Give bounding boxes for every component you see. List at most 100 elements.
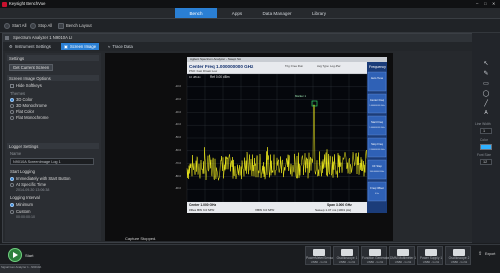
theme-3d-mono-label: 3D Monochrome xyxy=(16,103,47,108)
hide-softkeys-checkbox[interactable] xyxy=(10,84,14,88)
device-id: USB0 - G-N1 xyxy=(450,260,468,264)
get-current-screen-button[interactable]: Get Current Screen xyxy=(9,64,53,71)
stop-all-label: Stop All xyxy=(38,23,53,28)
start-specific-time-radio[interactable] xyxy=(10,183,14,187)
stop-all-button[interactable]: Stop All xyxy=(30,22,52,30)
instrument-icon xyxy=(425,249,437,256)
theme-3d-color-label: 3D Color xyxy=(16,97,33,102)
tab-bench[interactable]: Bench xyxy=(175,8,217,18)
device-thumbnail[interactable]: DMM Multimeter 1 USB0 - G-N1 xyxy=(389,246,416,265)
softkey-label: CF Step xyxy=(372,164,382,168)
start-immediately-radio[interactable] xyxy=(10,177,14,181)
trig-info: Trig: Free Run xyxy=(285,64,303,68)
theme-flat-mono-radio[interactable] xyxy=(10,116,14,120)
collapse-icon[interactable] xyxy=(5,36,9,40)
rectangle-icon[interactable]: ▭ xyxy=(482,79,490,87)
tab-data-manager[interactable]: Data Manager xyxy=(256,8,298,18)
bench-layout-button[interactable]: Bench Layout xyxy=(58,22,92,30)
softkey-value: 1.000000000 GHz xyxy=(369,127,384,129)
capture-status: Capture Stopped. xyxy=(125,236,157,241)
softkey-button[interactable] xyxy=(367,115,387,136)
tab-library[interactable]: Library xyxy=(302,8,336,18)
bench-toolbar: Start All Stop All Bench Layout xyxy=(0,19,500,33)
pen-icon[interactable]: ✎ xyxy=(482,69,490,77)
minimize-button[interactable]: – xyxy=(476,1,478,6)
current-device-label: Signal Gen Analyzer 1 - N9010A xyxy=(1,265,42,269)
instrument-icon xyxy=(369,249,381,256)
device-thumbnail[interactable]: Oscilloscope 2 USB0 - G-N1 xyxy=(445,246,471,265)
play-icon xyxy=(4,22,10,29)
softkey-label: Freq Offset xyxy=(370,186,384,190)
logging-interval-label: Logging Interval xyxy=(10,195,40,200)
start-all-label: Start All xyxy=(12,23,27,28)
main-menu-bar: Bench Apps Data Manager Library xyxy=(0,8,500,19)
annotation-toolbar: ↖ ✎ ▭ ◯ ╱ A Line Width 1 Color Font Size… xyxy=(472,33,500,243)
instrument-header: Spectrum Analyzer 1 N9010A LI ▢ ✕ xyxy=(3,34,497,42)
theme-3d-color-radio[interactable] xyxy=(10,98,14,102)
export-icon[interactable]: ⇪ xyxy=(478,252,482,257)
ellipse-icon[interactable]: ◯ xyxy=(482,89,490,97)
y-tick-label: -70.0 xyxy=(175,161,181,165)
softkey-value: 1.000000000 GHz xyxy=(369,105,384,107)
softkey-button[interactable] xyxy=(367,137,387,158)
interval-custom-radio[interactable] xyxy=(10,210,14,214)
interval-minimum-radio[interactable] xyxy=(10,203,14,207)
tab-screen-image[interactable]: ▣ Screen Image xyxy=(61,43,100,50)
device-thumbnail[interactable]: Oscilloscope 1 USB0 - G-N1 xyxy=(333,246,359,265)
device-thumbnail[interactable]: Power Supply 1 USB0 - G-N1 xyxy=(417,246,443,265)
tab-instrument-settings-label: Instrument Settings xyxy=(14,44,51,49)
tab-instrument-settings[interactable]: ⚙ Instrument Settings xyxy=(6,43,54,50)
logger-settings-header[interactable]: Logger Settings xyxy=(7,143,99,149)
font-size-label: Font Size xyxy=(477,153,491,157)
scale-label: 10 dB/div xyxy=(189,75,201,79)
color-label: Color xyxy=(480,138,488,142)
tab-apps[interactable]: Apps xyxy=(222,8,252,18)
softkey-button[interactable] xyxy=(367,93,387,114)
tab-trace-data[interactable]: ≈ Trace Data xyxy=(105,43,136,50)
softkey-value: 2.500000000 GHz xyxy=(369,149,384,151)
wrench-icon: ⚙ xyxy=(9,44,13,49)
marker-label: Marker 1 xyxy=(295,94,307,98)
theme-3d-mono-radio[interactable] xyxy=(10,104,14,108)
device-id: USB0 - G-N1 xyxy=(394,260,412,264)
settings-header[interactable]: Settings xyxy=(7,55,99,61)
start-all-button[interactable]: Start All xyxy=(4,22,26,30)
y-tick-label: -40.0 xyxy=(175,123,181,127)
theme-flat-color-radio[interactable] xyxy=(10,110,14,114)
device-id: USB0 - G-N1 xyxy=(338,260,356,264)
trace-icon: ≈ xyxy=(108,44,111,49)
spectrum-screen: Frequency Auto Tune Center Freq 1.000000000… xyxy=(186,57,387,213)
softkey-button[interactable] xyxy=(367,159,387,180)
name-input[interactable]: N9010A ScreenImage Log 1 xyxy=(10,158,94,165)
logger-settings-label: Logger Settings xyxy=(9,143,39,149)
y-tick-label: -60.0 xyxy=(175,149,181,152)
start-label: Start xyxy=(25,253,34,258)
y-tick-label: -30.0 xyxy=(175,110,181,114)
color-swatch[interactable] xyxy=(480,144,492,150)
softkey-label: Start Freq xyxy=(371,120,383,124)
line-icon[interactable]: ╱ xyxy=(482,99,490,107)
avg-info: Avg Type: Log-Pwr xyxy=(317,64,341,68)
title-bar: Keysight BenchVue – □ ✕ xyxy=(0,0,500,8)
pointer-icon[interactable]: ↖ xyxy=(482,59,490,67)
text-icon[interactable]: A xyxy=(482,109,490,117)
device-thumbnail[interactable]: PowerMeter/Sensor USB0 - G-N1 xyxy=(305,246,334,265)
res-bw-label: #Res BW 3.0 MHz xyxy=(189,207,215,212)
hide-softkeys-label: Hide Softkeys xyxy=(16,83,42,88)
softkey-button[interactable] xyxy=(367,181,387,202)
themes-label: Themes xyxy=(10,91,26,96)
close-button[interactable]: ✕ xyxy=(492,1,496,6)
stop-icon xyxy=(30,22,36,29)
softkey-button[interactable] xyxy=(367,71,387,92)
maximize-button[interactable]: □ xyxy=(484,1,487,6)
device-thumbnail[interactable]: Function Generator 1 USB0 - G-N1 xyxy=(361,246,392,265)
line-width-input[interactable]: 1 xyxy=(480,128,492,134)
export-label: Export xyxy=(485,252,496,256)
screen-image-options-header: Screen Image Options xyxy=(7,75,99,81)
start-time-value[interactable]: 2014-09-30 13:06:38 xyxy=(16,188,49,193)
bench-layout-label: Bench Layout xyxy=(66,23,92,28)
app-title: Keysight BenchVue xyxy=(9,1,46,6)
start-specific-time-label: At Specific Time xyxy=(16,182,47,187)
custom-interval-value[interactable]: 00:00:00:10 xyxy=(16,215,35,220)
font-size-input[interactable]: 12 xyxy=(480,159,492,165)
